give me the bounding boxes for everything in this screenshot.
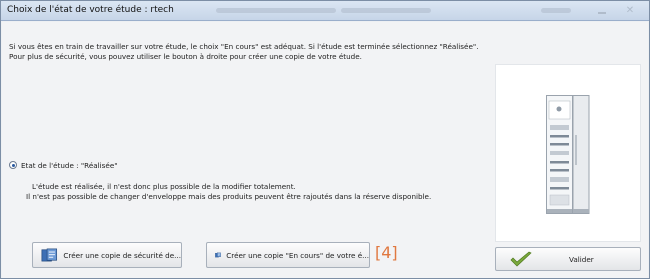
validate-label: Valider bbox=[569, 255, 594, 264]
blurred-title-area bbox=[541, 8, 571, 13]
create-security-copy-button[interactable]: Créer une copie de sécurité de... bbox=[32, 242, 182, 268]
create-en-cours-copy-label: Créer une copie "En cours" de votre é... bbox=[226, 250, 369, 260]
annotation-marker: [4] bbox=[375, 243, 398, 262]
copy-document-icon bbox=[215, 252, 221, 258]
state-radio-label: Etat de l'étude : "Réalisée" bbox=[21, 160, 118, 170]
checkmark-icon bbox=[510, 251, 532, 267]
dialog-content: Si vous êtes en train de travailler sur … bbox=[2, 22, 648, 278]
intro-text: Si vous êtes en train de travailler sur … bbox=[9, 42, 529, 62]
state-description: L'étude est réalisée, il n'est donc plus… bbox=[26, 182, 492, 202]
intro-line-2: Pour plus de sécurité, vous pouvez utili… bbox=[9, 52, 362, 61]
create-security-copy-label: Créer une copie de sécurité de... bbox=[63, 250, 181, 260]
validate-button[interactable]: Valider bbox=[495, 247, 641, 271]
window-title: Choix de l'état de votre étude : rtech bbox=[7, 5, 174, 15]
minimize-icon[interactable] bbox=[595, 6, 609, 16]
cabinet-preview bbox=[495, 64, 641, 242]
create-en-cours-copy-button[interactable]: Créer une copie "En cours" de votre é... bbox=[206, 242, 370, 268]
intro-line-1: Si vous êtes en train de travailler sur … bbox=[9, 42, 479, 51]
state-radio-option[interactable]: Etat de l'étude : "Réalisée" bbox=[9, 159, 118, 171]
electrical-cabinet-image bbox=[546, 95, 590, 214]
state-radio-button[interactable] bbox=[9, 161, 17, 169]
state-description-line-1: L'étude est réalisée, il n'est donc plus… bbox=[32, 182, 296, 191]
state-description-line-2: Il n'est pas possible de changer d'envel… bbox=[26, 192, 432, 201]
blurred-title-area bbox=[216, 8, 336, 13]
close-icon[interactable]: ✕ bbox=[623, 6, 637, 16]
copy-document-icon bbox=[41, 248, 58, 262]
blurred-title-area bbox=[341, 8, 431, 13]
dialog-window: Choix de l'état de votre étude : rtech ✕… bbox=[0, 0, 650, 279]
title-bar[interactable]: Choix de l'état de votre étude : rtech ✕ bbox=[1, 1, 649, 21]
